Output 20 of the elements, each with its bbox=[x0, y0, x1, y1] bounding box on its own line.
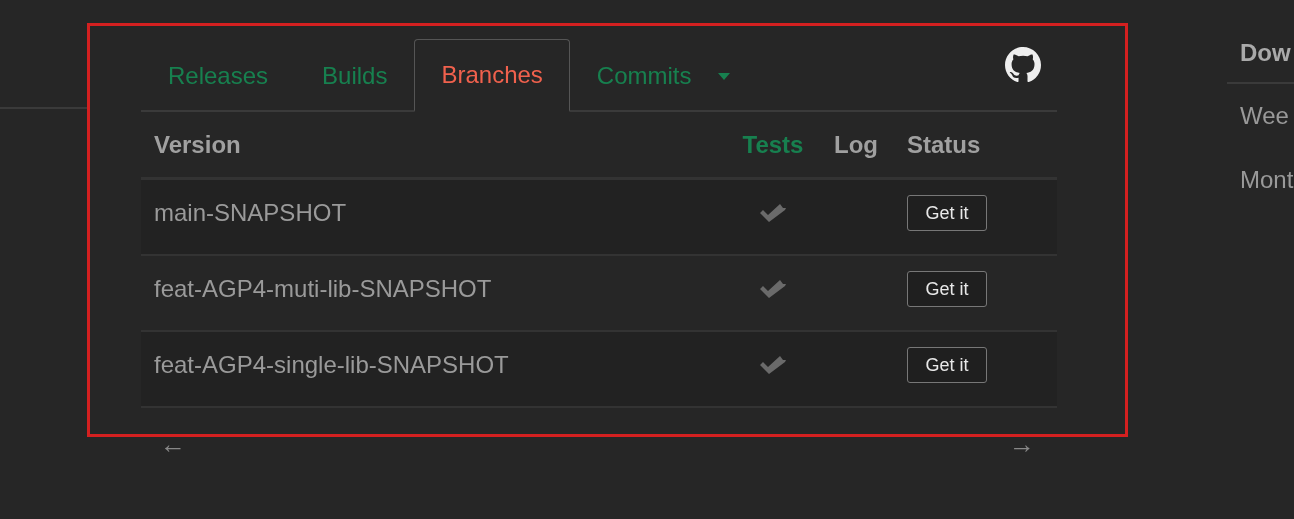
version-cell-text: main-SNAPSHOT bbox=[154, 199, 348, 228]
side-item: Mont bbox=[1239, 166, 1294, 194]
side-heading: Dow bbox=[1227, 38, 1294, 84]
get-it-button[interactable]: Get it bbox=[907, 347, 987, 383]
tab[interactable]: Releases bbox=[141, 39, 296, 112]
column-header: Tests bbox=[741, 130, 805, 159]
previous-arrow[interactable]: ← bbox=[160, 429, 186, 460]
column-header: Status bbox=[906, 130, 982, 159]
column-header: Log bbox=[833, 130, 879, 159]
get-it-button[interactable]: Get it bbox=[907, 195, 987, 231]
version-cell-text: feat-AGP4-muti-lib-SNAPSHOT bbox=[154, 275, 493, 304]
tab[interactable]: Builds bbox=[295, 39, 415, 112]
tab[interactable]: Commits bbox=[569, 39, 757, 112]
side-item: Wee bbox=[1239, 102, 1290, 130]
get-it-button[interactable]: Get it bbox=[907, 271, 987, 307]
next-arrow[interactable]: → bbox=[1009, 429, 1035, 460]
github-icon[interactable] bbox=[1005, 47, 1041, 83]
version-cell-text: feat-AGP4-single-lib-SNAPSHOT bbox=[154, 351, 510, 380]
tab[interactable]: Branches bbox=[414, 39, 570, 112]
column-header: Version bbox=[154, 130, 242, 159]
